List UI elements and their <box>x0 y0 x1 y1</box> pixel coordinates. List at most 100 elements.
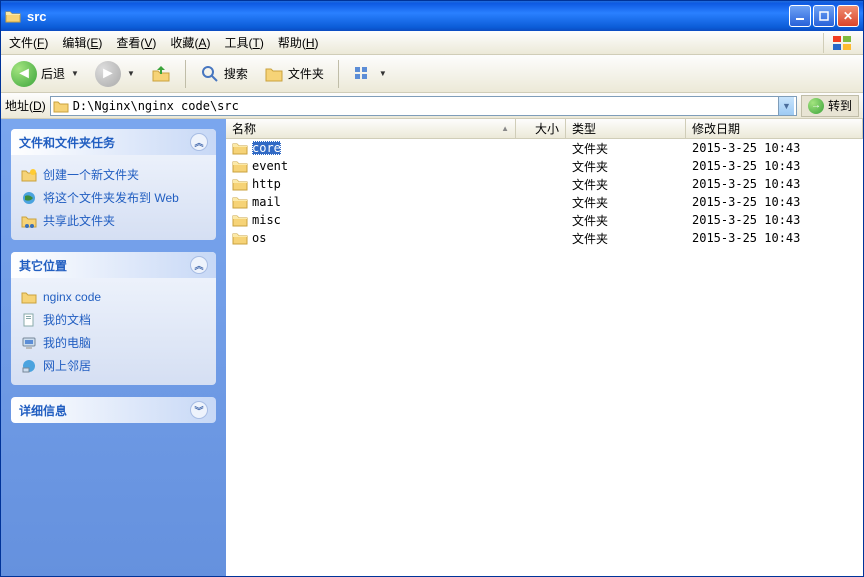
menu-file[interactable]: 文件(F) <box>9 34 48 51</box>
forward-dropdown-icon[interactable]: ▼ <box>127 69 135 78</box>
addressbar: 地址(D) D:\Nginx\nginx code\src ▼ → 转到 <box>1 93 863 119</box>
windows-flag-icon <box>823 33 859 53</box>
separator <box>185 60 186 88</box>
file-type-cell: 文件夹 <box>566 140 686 157</box>
separator <box>338 60 339 88</box>
menubar: 文件(F) 编辑(E) 查看(V) 收藏(A) 工具(T) 帮助(H) <box>1 31 863 55</box>
menu-favorites[interactable]: 收藏(A) <box>170 34 210 51</box>
place-network[interactable]: 网上邻居 <box>21 354 206 377</box>
content-area: 文件和文件夹任务 ︽ 创建一个新文件夹 将这个文件夹发布到 Web 共享此文件夹… <box>1 119 863 576</box>
file-list: 名称▲ 大小 类型 修改日期 core文件夹2015-3-25 10:43eve… <box>226 119 863 576</box>
menu-view[interactable]: 查看(V) <box>116 34 156 51</box>
tasks-panel: 文件和文件夹任务 ︽ 创建一个新文件夹 将这个文件夹发布到 Web 共享此文件夹 <box>11 129 216 240</box>
views-button[interactable]: ▼ <box>347 59 393 89</box>
file-date-cell: 2015-3-25 10:43 <box>686 177 863 191</box>
go-icon: → <box>808 98 824 114</box>
task-new-folder[interactable]: 创建一个新文件夹 <box>21 163 206 186</box>
file-date-cell: 2015-3-25 10:43 <box>686 213 863 227</box>
file-rows[interactable]: core文件夹2015-3-25 10:43event文件夹2015-3-25 … <box>226 139 863 576</box>
file-date-cell: 2015-3-25 10:43 <box>686 159 863 173</box>
folder-icon <box>5 8 21 24</box>
file-name-cell: mail <box>226 195 516 209</box>
maximize-button[interactable] <box>813 5 835 27</box>
other-places-body: nginx code 我的文档 我的电脑 网上邻居 <box>11 278 216 385</box>
forward-icon: ► <box>95 61 121 87</box>
address-input[interactable]: D:\Nginx\nginx code\src ▼ <box>50 96 797 116</box>
place-parent-folder[interactable]: nginx code <box>21 286 206 308</box>
forward-button[interactable]: ► ▼ <box>89 59 141 89</box>
menu-tools[interactable]: 工具(T) <box>224 34 263 51</box>
back-dropdown-icon[interactable]: ▼ <box>71 69 79 78</box>
explorer-window: src ✕ 文件(F) 编辑(E) 查看(V) 收藏(A) 工具(T) 帮助(H… <box>0 0 864 577</box>
expand-icon[interactable]: ︾ <box>190 401 208 419</box>
menu-help[interactable]: 帮助(H) <box>278 34 319 51</box>
file-row[interactable]: mail 文件夹2015-3-25 10:43 <box>226 193 863 211</box>
details-header[interactable]: 详细信息 ︾ <box>11 397 216 423</box>
file-name-cell: os <box>226 231 516 245</box>
computer-icon <box>21 335 37 351</box>
folders-button[interactable]: 文件夹 <box>258 59 330 89</box>
window-title: src <box>27 9 789 24</box>
network-icon <box>21 358 37 374</box>
folders-icon <box>264 64 284 84</box>
address-dropdown-icon[interactable]: ▼ <box>778 97 794 115</box>
file-row[interactable]: misc 文件夹2015-3-25 10:43 <box>226 211 863 229</box>
folder-icon <box>21 289 37 305</box>
close-button[interactable]: ✕ <box>837 5 859 27</box>
address-label: 地址(D) <box>5 97 46 114</box>
menu-edit[interactable]: 编辑(E) <box>62 34 102 51</box>
minimize-button[interactable] <box>789 5 811 27</box>
file-type-cell: 文件夹 <box>566 176 686 193</box>
file-type-cell: 文件夹 <box>566 212 686 229</box>
search-button[interactable]: 搜索 <box>194 59 254 89</box>
up-folder-icon <box>151 64 171 84</box>
folder-icon <box>53 98 69 114</box>
new-folder-icon <box>21 167 37 183</box>
file-name-cell: event <box>226 159 516 173</box>
file-type-cell: 文件夹 <box>566 158 686 175</box>
tasks-panel-body: 创建一个新文件夹 将这个文件夹发布到 Web 共享此文件夹 <box>11 155 216 240</box>
column-date[interactable]: 修改日期 <box>686 119 863 138</box>
titlebar[interactable]: src ✕ <box>1 1 863 31</box>
task-share-folder[interactable]: 共享此文件夹 <box>21 209 206 232</box>
details-panel: 详细信息 ︾ <box>11 397 216 423</box>
file-name-cell: http <box>226 177 516 191</box>
place-my-computer[interactable]: 我的电脑 <box>21 331 206 354</box>
file-name-cell: misc <box>226 213 516 227</box>
toolbar: ◄ 后退 ▼ ► ▼ 搜索 文件夹 ▼ <box>1 55 863 93</box>
back-icon: ◄ <box>11 61 37 87</box>
tasks-panel-header[interactable]: 文件和文件夹任务 ︽ <box>11 129 216 155</box>
place-my-documents[interactable]: 我的文档 <box>21 308 206 331</box>
globe-icon <box>21 190 37 206</box>
file-row[interactable]: core 文件夹2015-3-25 10:43 <box>226 139 863 157</box>
share-folder-icon <box>21 213 37 229</box>
views-dropdown-icon[interactable]: ▼ <box>379 69 387 78</box>
file-row[interactable]: http 文件夹2015-3-25 10:43 <box>226 175 863 193</box>
collapse-icon[interactable]: ︽ <box>190 256 208 274</box>
up-button[interactable] <box>145 59 177 89</box>
task-publish-web[interactable]: 将这个文件夹发布到 Web <box>21 186 206 209</box>
documents-icon <box>21 312 37 328</box>
address-path: D:\Nginx\nginx code\src <box>73 99 778 113</box>
collapse-icon[interactable]: ︽ <box>190 133 208 151</box>
window-buttons: ✕ <box>789 5 859 27</box>
file-date-cell: 2015-3-25 10:43 <box>686 195 863 209</box>
file-row[interactable]: event 文件夹2015-3-25 10:43 <box>226 157 863 175</box>
sidebar: 文件和文件夹任务 ︽ 创建一个新文件夹 将这个文件夹发布到 Web 共享此文件夹… <box>1 119 226 576</box>
file-type-cell: 文件夹 <box>566 230 686 247</box>
columns-header: 名称▲ 大小 类型 修改日期 <box>226 119 863 139</box>
sort-asc-icon: ▲ <box>501 124 509 133</box>
go-button[interactable]: → 转到 <box>801 95 859 117</box>
back-button[interactable]: ◄ 后退 ▼ <box>5 59 85 89</box>
column-type[interactable]: 类型 <box>566 119 686 138</box>
file-date-cell: 2015-3-25 10:43 <box>686 231 863 245</box>
file-type-cell: 文件夹 <box>566 194 686 211</box>
other-places-panel: 其它位置 ︽ nginx code 我的文档 我的电脑 网上邻居 <box>11 252 216 385</box>
file-name-cell: core <box>226 141 516 155</box>
file-date-cell: 2015-3-25 10:43 <box>686 141 863 155</box>
file-row[interactable]: os 文件夹2015-3-25 10:43 <box>226 229 863 247</box>
column-name[interactable]: 名称▲ <box>226 119 516 138</box>
column-size[interactable]: 大小 <box>516 119 566 138</box>
views-icon <box>353 64 373 84</box>
other-places-header[interactable]: 其它位置 ︽ <box>11 252 216 278</box>
